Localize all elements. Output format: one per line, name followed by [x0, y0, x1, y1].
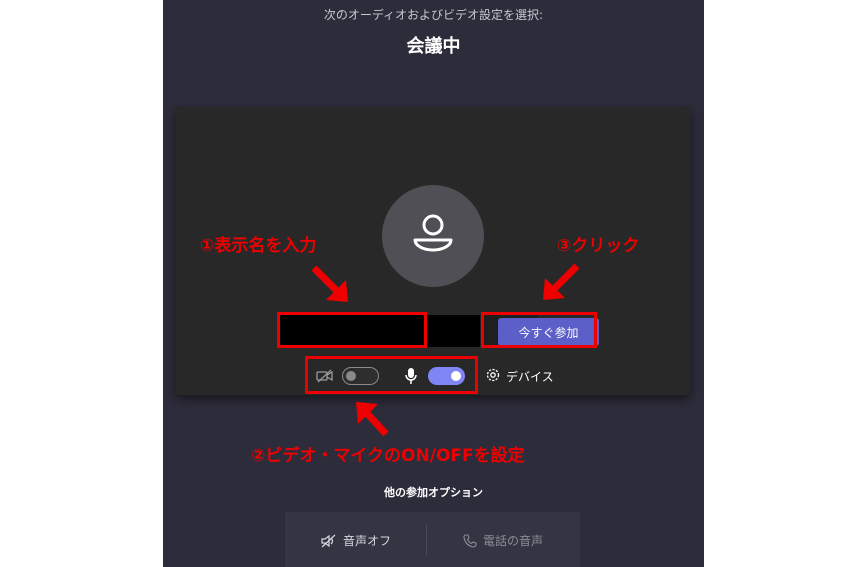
- av-toggles-highlight: [305, 356, 478, 394]
- phone-audio-label: 電話の音声: [483, 534, 544, 548]
- annotation-step3: ③クリック: [557, 236, 640, 256]
- option-divider: [426, 524, 427, 556]
- join-button-highlight: [481, 312, 597, 348]
- name-input-highlight: [277, 312, 427, 348]
- other-join-options-label: 他の参加オプション: [384, 486, 483, 499]
- arrow-down-left-icon: [543, 263, 580, 300]
- meeting-title: 会議中: [406, 36, 461, 57]
- arrow-down-right-icon: [311, 265, 348, 302]
- audio-off-label: 音声オフ: [343, 534, 392, 548]
- subtitle: 次のオーディオおよびビデオ設定を選択:: [323, 8, 544, 22]
- phone-audio-option[interactable]: 電話の音声: [463, 532, 543, 549]
- audio-off-option[interactable]: 音声オフ: [321, 532, 391, 549]
- join-options-panel: 音声オフ 電話の音声: [285, 512, 580, 567]
- speaker-off-icon: [321, 534, 336, 547]
- gear-icon[interactable]: [485, 367, 501, 383]
- phone-icon: [463, 533, 477, 548]
- devices-button[interactable]: デバイス: [506, 368, 554, 385]
- teams-prejoin-window: 次のオーディオおよびビデオ設定を選択: 会議中 今すぐ参加 デバイス 他の参加オ…: [163, 0, 704, 567]
- annotation-step1: ①表示名を入力: [200, 236, 317, 256]
- annotation-step2: ②ビデオ・マイクのON/OFFを設定: [251, 446, 525, 466]
- arrow-up-left-icon: [356, 402, 389, 437]
- avatar: [382, 185, 484, 287]
- person-icon: [413, 214, 453, 252]
